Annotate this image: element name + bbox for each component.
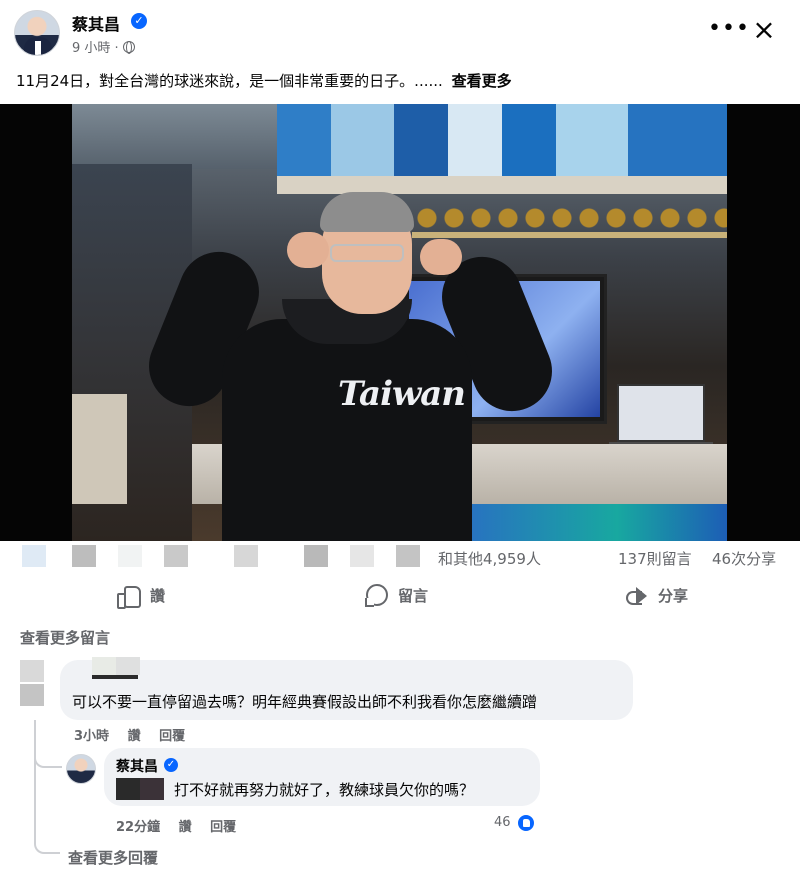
reply-meta: 22分鐘 讚 回覆: [116, 816, 250, 835]
reply-author-avatar[interactable]: [66, 754, 96, 784]
reply-text: 打不好就再努力就好了，教練球員欠你的嗎？: [174, 781, 475, 799]
photo-person-body: [222, 319, 472, 541]
comments-count[interactable]: 137則留言: [618, 548, 692, 569]
like-label: 讚: [150, 586, 166, 605]
view-more-comments-link[interactable]: 查看更多留言: [20, 627, 110, 648]
comment-label: 留言: [398, 586, 429, 605]
avatar-shirt: [35, 41, 41, 55]
comment-button[interactable]: 留言: [365, 578, 429, 612]
blurred-block: [92, 657, 116, 675]
photo-glasses: [330, 244, 404, 262]
blurred-block: [140, 778, 164, 800]
thread-connector: [34, 838, 60, 854]
photo-hoodie-text: Taiwan: [338, 374, 466, 414]
blurred-block: [20, 660, 44, 682]
post-text-body: 11月24日，對全台灣的球迷來說，是一個非常重要的日子。......: [16, 72, 443, 90]
post-photo-container[interactable]: Taiwan: [0, 104, 800, 541]
post-text: 11月24日，對全台灣的球迷來說，是一個非常重要的日子。...... 查看更多: [16, 70, 512, 91]
shares-count[interactable]: 46次分享: [712, 548, 776, 569]
like-reaction-icon: [516, 813, 536, 833]
share-button[interactable]: 分享: [624, 578, 688, 612]
blurred-block: [164, 545, 188, 567]
commenter-name-blurred[interactable]: [60, 657, 140, 679]
photo-laptop: [617, 384, 705, 442]
blurred-block: [350, 545, 374, 567]
comment-reply-link[interactable]: 回覆: [159, 729, 185, 744]
post-photo[interactable]: Taiwan: [72, 104, 727, 541]
comment-meta: 3小時 讚 回覆: [74, 725, 199, 744]
thread-connector: [34, 752, 62, 768]
reply-reply-link[interactable]: 回覆: [210, 820, 236, 835]
thread-line: [34, 720, 36, 840]
blurred-block: [234, 545, 258, 567]
photo-hand-left: [287, 232, 329, 268]
see-more-link[interactable]: 查看更多: [452, 72, 512, 90]
post-time[interactable]: 9 小時 ·: [72, 41, 119, 56]
photo-wall-top: [72, 104, 277, 169]
reply-time[interactable]: 22分鐘: [116, 820, 160, 835]
blurred-block: [304, 545, 328, 567]
photo-helmets: [417, 204, 727, 232]
mention-blurred[interactable]: [116, 778, 166, 800]
share-label: 分享: [658, 586, 689, 605]
verified-badge-icon: ✓: [131, 13, 147, 29]
blurred-block: [118, 545, 142, 567]
blurred-block: [22, 545, 46, 567]
author-name[interactable]: 蔡其昌: [72, 11, 120, 35]
thumbs-up-icon: [116, 584, 141, 609]
photo-ceiling: [277, 104, 727, 176]
reactions-count[interactable]: 和其他4,959人: [438, 548, 541, 569]
photo-hand-right: [420, 239, 462, 275]
comment-text: 可以不要一直停留過去嗎？明年經典賽假設出師不利我看你怎麼繼續蹭: [72, 693, 538, 711]
blurred-block: [116, 778, 140, 800]
commenter-avatar-blurred[interactable]: [20, 660, 48, 706]
photo-ceiling-rim: [277, 176, 727, 194]
reply-like-link[interactable]: 讚: [179, 820, 192, 835]
photo-floor-stripe: [452, 504, 727, 541]
reaction-bar: 和其他4,959人 137則留言 46次分享: [0, 541, 800, 577]
comment-like-link[interactable]: 讚: [128, 729, 141, 744]
close-icon[interactable]: ×: [752, 16, 776, 44]
author-avatar[interactable]: [14, 10, 60, 56]
blurred-block: [116, 657, 140, 675]
blurred-block: [72, 545, 96, 567]
comment-icon: [365, 584, 388, 607]
blurred-block: [92, 675, 138, 679]
share-icon: [624, 585, 648, 605]
view-more-replies-link[interactable]: 查看更多回覆: [68, 847, 158, 868]
comment-time[interactable]: 3小時: [74, 729, 109, 744]
globe-icon: [122, 41, 135, 54]
photo-shelf: [412, 232, 727, 238]
post-header: 蔡其昌 ✓ 9 小時 · ••• ×: [0, 0, 800, 64]
photo-cabinet: [72, 394, 127, 504]
blurred-block: [396, 545, 420, 567]
more-options-icon[interactable]: •••: [708, 18, 750, 40]
action-bar: 讚 留言 分享: [0, 578, 800, 612]
verified-badge-icon: ✓: [164, 758, 178, 772]
reply-like-count[interactable]: 46: [494, 815, 511, 830]
blurred-block: [20, 684, 44, 706]
reply-author-name[interactable]: 蔡其昌: [116, 756, 158, 776]
like-button[interactable]: 讚: [116, 578, 165, 612]
photo-hair: [320, 192, 414, 232]
post-meta: 9 小時 ·: [72, 37, 135, 56]
